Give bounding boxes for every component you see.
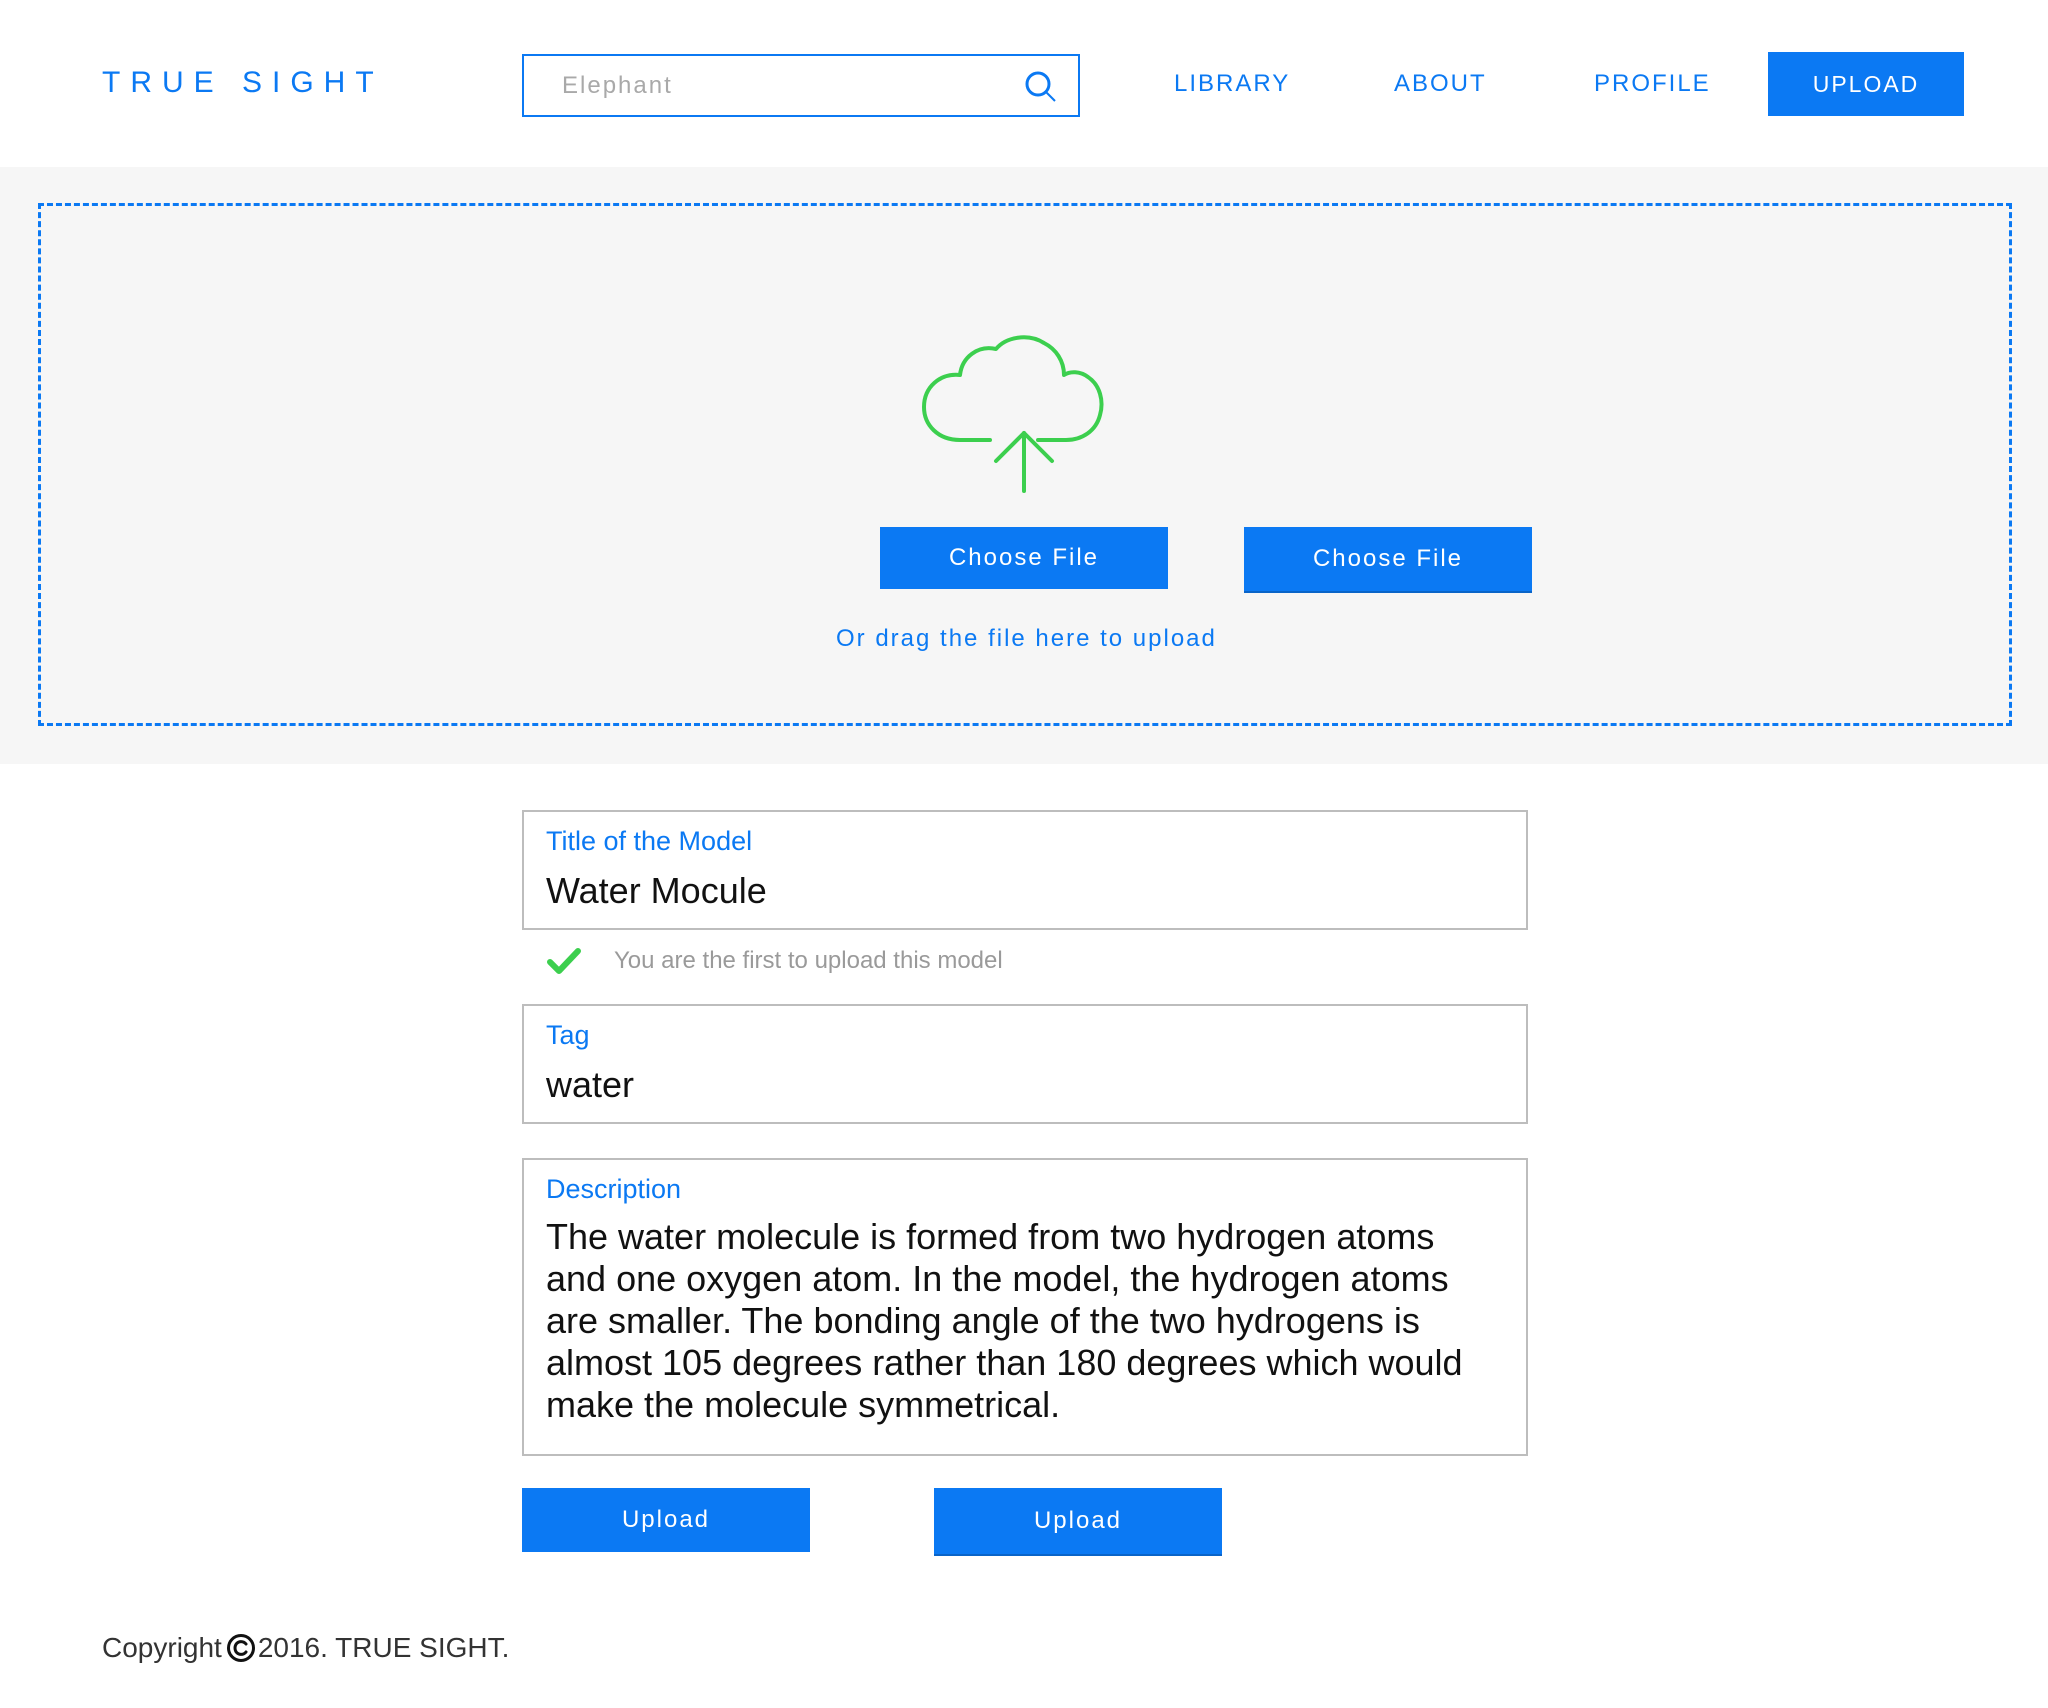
copyright-prefix: Copyright — [102, 1632, 222, 1663]
tag-field[interactable]: Tag water — [522, 1004, 1528, 1124]
title-label: Title of the Model — [546, 826, 753, 856]
upload-button-alt[interactable]: Upload — [934, 1488, 1222, 1554]
tag-label: Tag — [546, 1020, 590, 1050]
copyright-icon — [226, 1634, 255, 1662]
cloud-upload-icon — [922, 335, 1104, 493]
nav-library[interactable]: LIBRARY — [1174, 70, 1290, 98]
upload-button[interactable]: Upload — [522, 1488, 810, 1552]
description-field[interactable]: Description The water molecule is formed… — [522, 1158, 1528, 1456]
choose-file-button-alt[interactable]: Choose File — [1244, 527, 1532, 591]
description-label: Description — [546, 1174, 682, 1204]
choose-file-button[interactable]: Choose File — [880, 527, 1168, 589]
uniqueness-hint: You are the first to upload this model — [614, 947, 1003, 974]
check-icon — [547, 948, 581, 974]
search-icon[interactable] — [1024, 70, 1058, 104]
search-input[interactable] — [562, 56, 1002, 115]
drag-hint: Or drag the file here to upload — [836, 625, 1217, 652]
nav-upload-button[interactable]: UPLOAD — [1768, 52, 1964, 116]
tag-input[interactable]: water — [546, 1064, 634, 1106]
description-textarea[interactable]: The water molecule is formed from two hy… — [546, 1216, 1504, 1426]
title-input[interactable]: Water Mocule — [546, 870, 767, 912]
copyright: Copyright 2016. TRUE SIGHT. — [102, 1632, 509, 1664]
nav-about[interactable]: ABOUT — [1394, 70, 1487, 98]
search-box[interactable] — [522, 54, 1080, 117]
nav-profile[interactable]: PROFILE — [1594, 70, 1711, 98]
title-field[interactable]: Title of the Model Water Mocule — [522, 810, 1528, 930]
logo[interactable]: TRUE SIGHT — [102, 66, 384, 100]
copyright-suffix: 2016. TRUE SIGHT. — [257, 1632, 510, 1663]
